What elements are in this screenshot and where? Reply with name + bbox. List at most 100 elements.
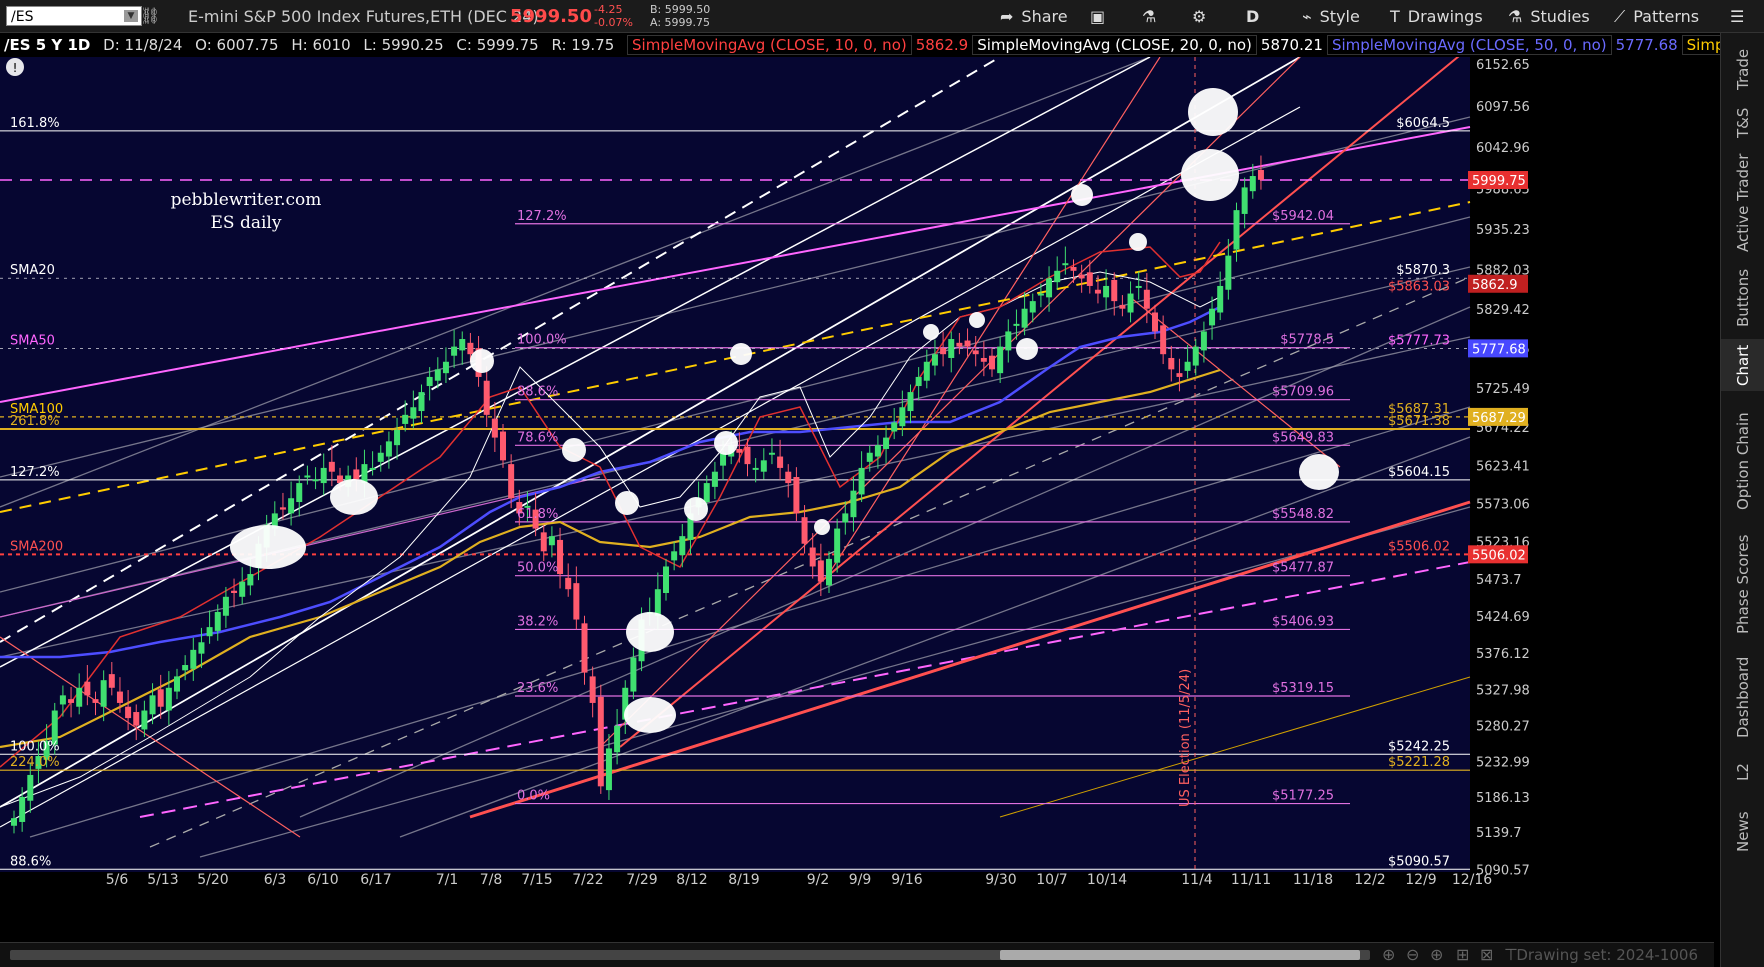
- info-high: H: 6010: [291, 36, 351, 54]
- candle-body-130: [1070, 267, 1077, 271]
- bottom-bar: ⊕ ⊖ ⊕ ⊞ ⊠ ⊤ Drawing set: 2024-1006: [0, 942, 1714, 967]
- crosshair-icon[interactable]: ⊕: [1430, 945, 1443, 964]
- candle-body-69: [573, 583, 580, 620]
- expand-icon[interactable]: ⊠: [1480, 945, 1493, 964]
- hidden-sma10-label: $5863.03: [1388, 280, 1450, 295]
- study-label-1[interactable]: SimpleMovingAvg (CLOSE, 20, 0, no): [972, 35, 1257, 55]
- reset-icon[interactable]: ⊞: [1456, 945, 1469, 964]
- tab-trade[interactable]: Trade: [1721, 39, 1764, 99]
- zoom-in-icon[interactable]: ⊕: [1382, 945, 1395, 964]
- y-tick-1: 6097.56: [1476, 100, 1530, 115]
- candle-body-45: [377, 452, 384, 462]
- candle-body-91: [752, 467, 759, 470]
- candle-body-61: [508, 464, 515, 499]
- marker-circle-16: [1188, 88, 1238, 136]
- price-box-label-1: 5862.9: [1472, 278, 1518, 293]
- candle-body-16: [141, 710, 148, 730]
- fib-pct-2: 88.6%: [517, 385, 558, 400]
- symbol-dropdown-icon[interactable]: ▼: [124, 10, 138, 22]
- candle-body-108: [891, 422, 898, 432]
- candle-body-116: [956, 342, 963, 347]
- candle-body-89: [736, 448, 743, 453]
- white-fib-pct-1: 127.2%: [10, 465, 60, 480]
- tab-buttons[interactable]: Buttons: [1721, 263, 1764, 333]
- fib-label-3: $5649.83: [1272, 430, 1334, 445]
- study-label-2[interactable]: SimpleMovingAvg (CLOSE, 50, 0, no): [1326, 35, 1612, 55]
- marker-circle-6: [624, 697, 676, 733]
- x-tick-23: 12/9: [1405, 872, 1436, 888]
- scrollbar-thumb[interactable]: [1000, 950, 1360, 960]
- candle-body-139: [1143, 289, 1150, 309]
- patterns-button[interactable]: ⟋ Patterns: [1614, 6, 1699, 28]
- candle-body-105: [866, 452, 873, 462]
- tab-t-s[interactable]: T&S: [1721, 103, 1764, 143]
- sma-text-2: SMA100: [10, 402, 63, 417]
- marker-circle-9: [730, 343, 752, 365]
- zoom-out-icon[interactable]: ⊖: [1406, 945, 1419, 964]
- settings-button[interactable]: ⚙: [1192, 6, 1206, 28]
- studies-button[interactable]: ⚗ Studies: [1508, 6, 1590, 28]
- fib-pct-3: 78.6%: [517, 430, 558, 445]
- right-tab-panel: Trade T&S Active Trader Buttons Chart Option …: [1720, 33, 1764, 967]
- candle-body-25: [214, 611, 221, 631]
- fib-pct-5: 50.0%: [517, 561, 558, 576]
- y-tick-2: 6042.96: [1476, 141, 1530, 156]
- drawings-button[interactable]: T Drawings: [1390, 6, 1483, 28]
- candle-body-15: [133, 712, 140, 726]
- candle-body-49: [410, 407, 417, 419]
- candle-body-100: [826, 558, 832, 586]
- candle-body-17: [149, 695, 156, 715]
- candle-body-147: [1209, 308, 1216, 326]
- tab-news[interactable]: News: [1721, 797, 1764, 867]
- y-tick-11: 5573.06: [1476, 497, 1530, 512]
- y-tick-18: 5232.99: [1476, 755, 1530, 770]
- candle-body-18: [157, 689, 164, 707]
- candle-body-142: [1168, 357, 1175, 370]
- flask-button[interactable]: ⚗: [1142, 6, 1156, 28]
- symbol-input[interactable]: /ES ▼: [6, 6, 142, 26]
- candle-body-20: [174, 676, 180, 692]
- tab-l2[interactable]: L2: [1721, 757, 1764, 787]
- fib-pct-4: 61.8%: [517, 507, 558, 522]
- candle-body-82: [679, 536, 686, 556]
- chart-svg[interactable]: 127.2% $5942.04 100.0% $5778.5 88.6% $5709.96…: [0, 46, 1714, 942]
- price-box-label-2: 5777.68: [1472, 342, 1526, 357]
- tab-dashboard[interactable]: Dashboard: [1721, 647, 1764, 747]
- chart-area[interactable]: 127.2% $5942.04 100.0% $5778.5 88.6% $5709.96…: [0, 46, 1714, 967]
- y-tick-6: 5829.42: [1476, 303, 1530, 318]
- link-icon[interactable]: ⛓: [140, 6, 160, 25]
- candle-body-70: [581, 623, 588, 673]
- candle-body-68: [565, 577, 572, 590]
- x-tick-8: 7/15: [521, 872, 552, 888]
- style-button[interactable]: ⌁ Style: [1302, 6, 1360, 28]
- tab-phase-scores[interactable]: Phase Scores: [1721, 529, 1764, 639]
- fib-label-6: $5406.93: [1272, 614, 1334, 629]
- candle-body-24: [206, 627, 213, 637]
- candle-body-107: [883, 437, 890, 449]
- candle-body-8: [76, 687, 83, 707]
- x-tick-17: 10/7: [1036, 872, 1067, 888]
- candle-body-150: [1233, 210, 1240, 250]
- x-tick-7: 7/8: [480, 872, 503, 888]
- period-button[interactable]: D: [1246, 6, 1259, 28]
- candle-body-0: [11, 818, 17, 826]
- candle-body-34: [288, 498, 295, 514]
- info-range: R: 19.75: [551, 36, 615, 54]
- tab-chart[interactable]: Chart: [1721, 339, 1764, 391]
- share-button[interactable]: ➦ Share: [1000, 6, 1068, 28]
- candle-body-121: [997, 346, 1004, 374]
- study-value-1: 5870.21: [1260, 36, 1323, 54]
- study-label-0[interactable]: SimpleMovingAvg (CLOSE, 10, 0, no): [627, 35, 912, 55]
- tab-active-trader[interactable]: Active Trader: [1721, 153, 1764, 253]
- menu-button[interactable]: ☰: [1730, 6, 1744, 28]
- candle-body-37: [312, 479, 319, 482]
- candle-body-125: [1029, 301, 1036, 313]
- candle-body-29: [247, 574, 254, 586]
- candle-body-38: [320, 467, 327, 484]
- candle-body-129: [1062, 263, 1069, 266]
- menu-icon: ☰: [1730, 7, 1745, 26]
- white-fib-label-0: $6064.5: [1396, 116, 1450, 131]
- tab-option-chain[interactable]: Option Chain: [1721, 401, 1764, 521]
- candle-body-56: [467, 342, 474, 355]
- screenshot-button[interactable]: ▣: [1090, 6, 1105, 28]
